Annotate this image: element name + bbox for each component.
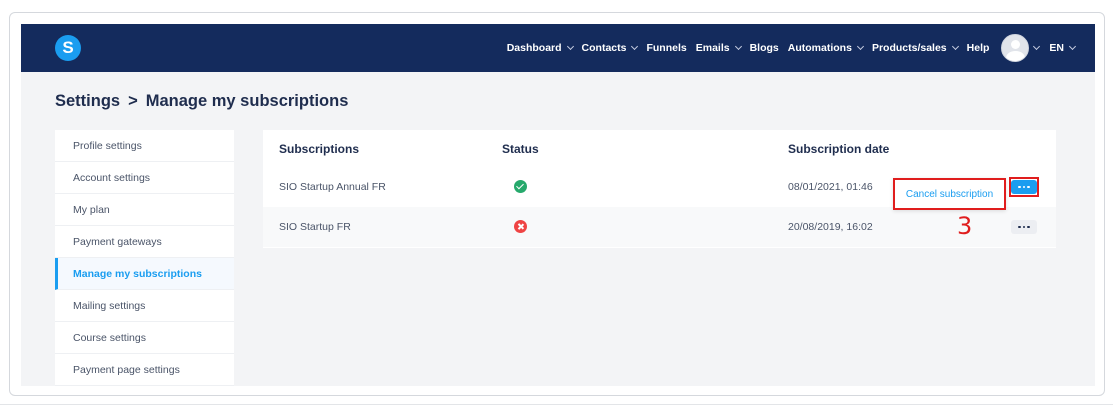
nav-contacts[interactable]: Contacts bbox=[581, 42, 639, 54]
status-cancelled-icon bbox=[514, 220, 527, 233]
subscription-date: 08/01/2021, 01:46 bbox=[788, 181, 873, 193]
language-selector[interactable]: EN bbox=[1049, 42, 1077, 54]
breadcrumb-current: Manage my subscriptions bbox=[145, 92, 349, 110]
breadcrumb-separator: > bbox=[128, 92, 138, 110]
nav-funnels[interactable]: Funnels bbox=[646, 42, 686, 54]
status-active-icon bbox=[514, 180, 527, 193]
chevron-down-icon bbox=[566, 42, 574, 51]
sidebar-item-payment-gateways[interactable]: Payment gateways bbox=[55, 226, 234, 258]
nav-emails-label: Emails bbox=[695, 42, 730, 54]
sidebar-item-my-plan[interactable]: My plan bbox=[55, 194, 234, 226]
more-dot bbox=[1018, 185, 1021, 189]
chevron-down-icon bbox=[1068, 42, 1077, 51]
browser-frame: S Dashboard Contacts Funnels Emails Blog… bbox=[9, 12, 1105, 396]
header-subscriptions: Subscriptions bbox=[279, 142, 360, 156]
settings-sidebar: Profile settings Account settings My pla… bbox=[55, 130, 234, 386]
breadcrumb-root[interactable]: Settings bbox=[55, 92, 120, 110]
nav-products-sales[interactable]: Products/sales bbox=[871, 42, 959, 54]
row-actions-more-button[interactable] bbox=[1011, 180, 1037, 194]
nav-help[interactable]: Help bbox=[967, 42, 990, 54]
subscription-name: SIO Startup Annual FR bbox=[279, 181, 386, 193]
nav-blogs-label: Blogs bbox=[749, 42, 779, 54]
language-label: EN bbox=[1049, 42, 1064, 54]
nav-products-sales-label: Products/sales bbox=[871, 42, 947, 54]
more-dot bbox=[1027, 185, 1030, 189]
chevron-down-icon bbox=[856, 42, 864, 51]
cancel-subscription-menu-item[interactable]: Cancel subscription bbox=[893, 178, 1006, 210]
chevron-down-icon bbox=[734, 42, 742, 51]
sidebar-item-mailing-settings[interactable]: Mailing settings bbox=[55, 290, 234, 322]
bottom-divider bbox=[0, 404, 1113, 405]
user-avatar-icon[interactable] bbox=[1001, 34, 1030, 62]
subscription-date: 20/08/2019, 16:02 bbox=[788, 221, 873, 233]
sidebar-item-payment-page-settings[interactable]: Payment page settings bbox=[55, 354, 234, 386]
sidebar-item-profile-settings[interactable]: Profile settings bbox=[55, 130, 234, 162]
systemeio-logo-icon[interactable]: S bbox=[55, 35, 81, 61]
chevron-down-icon[interactable] bbox=[1033, 42, 1041, 51]
nav-emails[interactable]: Emails bbox=[695, 42, 742, 54]
step-number-annotation: 3 bbox=[957, 212, 973, 240]
header-subscription-date: Subscription date bbox=[788, 142, 890, 156]
sidebar-item-course-settings[interactable]: Course settings bbox=[55, 322, 234, 354]
table-header: Subscriptions Status Subscription date bbox=[263, 130, 1056, 167]
nav-automations[interactable]: Automations bbox=[787, 42, 864, 54]
page-title: Settings > Manage my subscriptions bbox=[55, 92, 348, 111]
app-window: S Dashboard Contacts Funnels Emails Blog… bbox=[21, 24, 1095, 386]
chevron-down-icon bbox=[951, 42, 959, 51]
more-dot bbox=[1018, 225, 1021, 229]
subscription-name: SIO Startup FR bbox=[279, 221, 351, 233]
chevron-down-icon bbox=[631, 42, 639, 51]
more-dot bbox=[1022, 225, 1026, 229]
nav-automations-label: Automations bbox=[787, 42, 852, 54]
table-row: SIO Startup FR 20/08/2019, 16:02 bbox=[263, 207, 1056, 247]
top-navigation-bar: S Dashboard Contacts Funnels Emails Blog… bbox=[21, 24, 1095, 72]
header-status: Status bbox=[502, 142, 539, 156]
nav-funnels-label: Funnels bbox=[646, 42, 687, 54]
sidebar-item-manage-subscriptions[interactable]: Manage my subscriptions bbox=[55, 258, 234, 290]
sidebar-item-account-settings[interactable]: Account settings bbox=[55, 162, 234, 194]
more-dot bbox=[1027, 225, 1030, 229]
nav-help-label: Help bbox=[966, 42, 990, 54]
main-nav: Dashboard Contacts Funnels Emails Blogs … bbox=[498, 24, 1077, 72]
nav-dashboard-label: Dashboard bbox=[506, 42, 562, 54]
row-actions-more-button[interactable] bbox=[1011, 220, 1037, 234]
nav-dashboard[interactable]: Dashboard bbox=[506, 42, 574, 54]
subscriptions-table: Subscriptions Status Subscription date S… bbox=[263, 130, 1056, 248]
more-dot bbox=[1022, 185, 1026, 189]
nav-contacts-label: Contacts bbox=[581, 42, 627, 54]
nav-blogs[interactable]: Blogs bbox=[750, 42, 779, 54]
